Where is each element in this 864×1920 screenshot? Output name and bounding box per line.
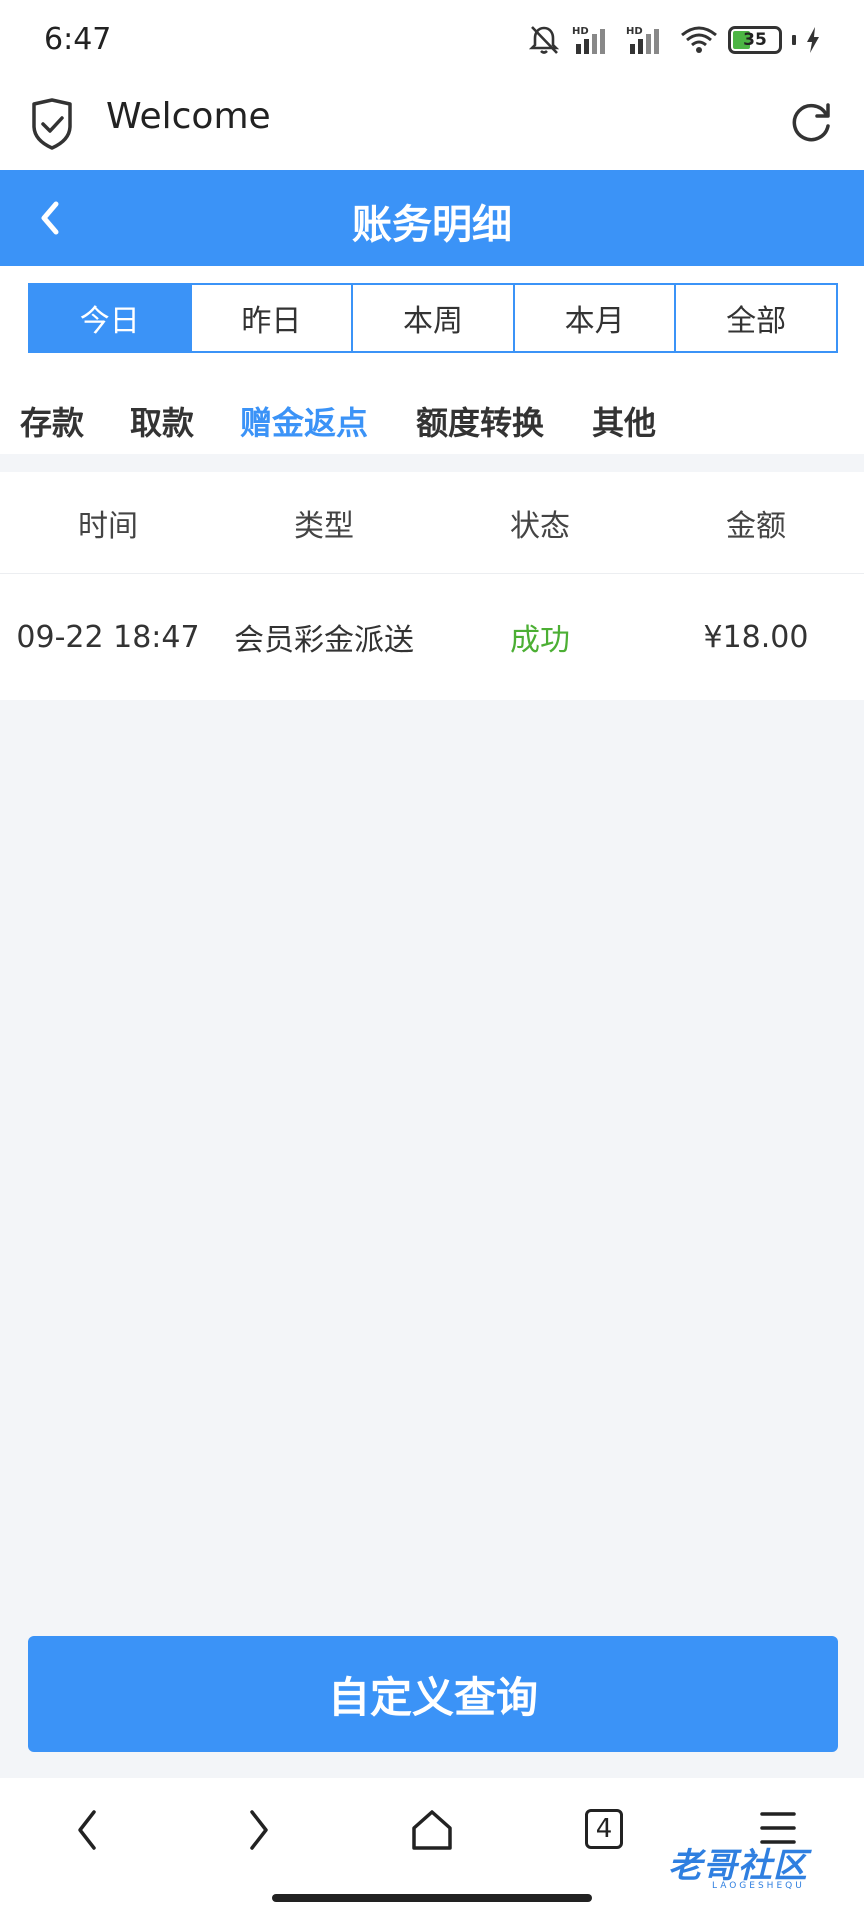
date-tab-yesterday[interactable]: 昨日 — [189, 285, 352, 351]
svg-text:HD: HD — [626, 26, 643, 37]
date-tab-all[interactable]: 全部 — [674, 285, 836, 351]
nav-home-icon[interactable] — [410, 1808, 454, 1852]
wifi-icon — [681, 26, 717, 53]
nav-back-icon[interactable] — [70, 1808, 106, 1852]
category-tab-bonus-rebate[interactable]: 赠金返点 — [240, 398, 368, 444]
charging-icon — [807, 27, 819, 53]
home-indicator[interactable] — [272, 1894, 592, 1902]
shield-icon[interactable] — [30, 98, 74, 150]
row-amount: ¥18.00 — [703, 619, 809, 655]
row-status: 成功 — [510, 623, 570, 658]
status-bar: 6:47 HD HD 35 — [0, 0, 864, 80]
column-header-status: 状态 — [510, 508, 570, 544]
date-tab-this-week[interactable]: 本周 — [351, 285, 513, 351]
category-tab-deposit[interactable]: 存款 — [20, 398, 84, 444]
browser-bar: Welcome — [0, 80, 864, 170]
signal-icon: HD — [572, 26, 605, 54]
refresh-icon[interactable] — [788, 100, 834, 146]
date-filter-bar: 今日 昨日 本周 本月 全部 — [0, 266, 864, 370]
column-header-type: 类型 — [294, 508, 354, 544]
mute-bell-icon — [528, 26, 560, 54]
table-row[interactable]: 09-22 18:47 会员彩金派送 成功 ¥18.00 — [0, 574, 864, 700]
row-type: 会员彩金派送 — [234, 623, 414, 658]
category-tab-withdraw[interactable]: 取款 — [130, 398, 194, 444]
custom-query-button[interactable]: 自定义查询 — [28, 1636, 838, 1752]
table-header: 时间 类型 状态 金额 — [0, 472, 864, 574]
browser-title: Welcome — [106, 96, 271, 137]
column-header-time: 时间 — [78, 508, 138, 544]
date-tab-this-month[interactable]: 本月 — [512, 285, 675, 351]
status-time: 6:47 — [44, 22, 112, 57]
tabs-count-button[interactable]: 4 — [585, 1809, 623, 1849]
column-header-amount: 金额 — [726, 508, 786, 544]
transactions-table: 时间 类型 状态 金额 09-22 18:47 会员彩金派送 成功 ¥18.00 — [0, 472, 864, 700]
status-icons: HD HD 35 — [526, 24, 820, 56]
page-title: 账务明细 — [352, 202, 512, 248]
date-tabs: 今日 昨日 本周 本月 全部 — [28, 283, 838, 353]
nav-forward-icon[interactable] — [240, 1808, 276, 1852]
category-tab-credit-transfer[interactable]: 额度转换 — [416, 398, 544, 444]
battery-tip — [792, 35, 796, 45]
page-header: 账务明细 — [0, 170, 864, 266]
category-tab-other[interactable]: 其他 — [592, 398, 656, 444]
battery-icon: 35 — [728, 26, 782, 54]
battery-level: 35 — [743, 30, 767, 50]
watermark-subtext: LAOGESHEQU — [712, 1881, 805, 1891]
category-tabs: 存款 取款 赠金返点 额度转换 其他 — [0, 370, 864, 454]
row-time: 09-22 18:47 — [16, 619, 200, 655]
svg-text:HD: HD — [572, 26, 589, 37]
date-tab-today[interactable]: 今日 — [30, 285, 190, 351]
signal-icon-2: HD — [626, 26, 659, 54]
watermark-logo: 老哥社区 — [668, 1846, 808, 1886]
